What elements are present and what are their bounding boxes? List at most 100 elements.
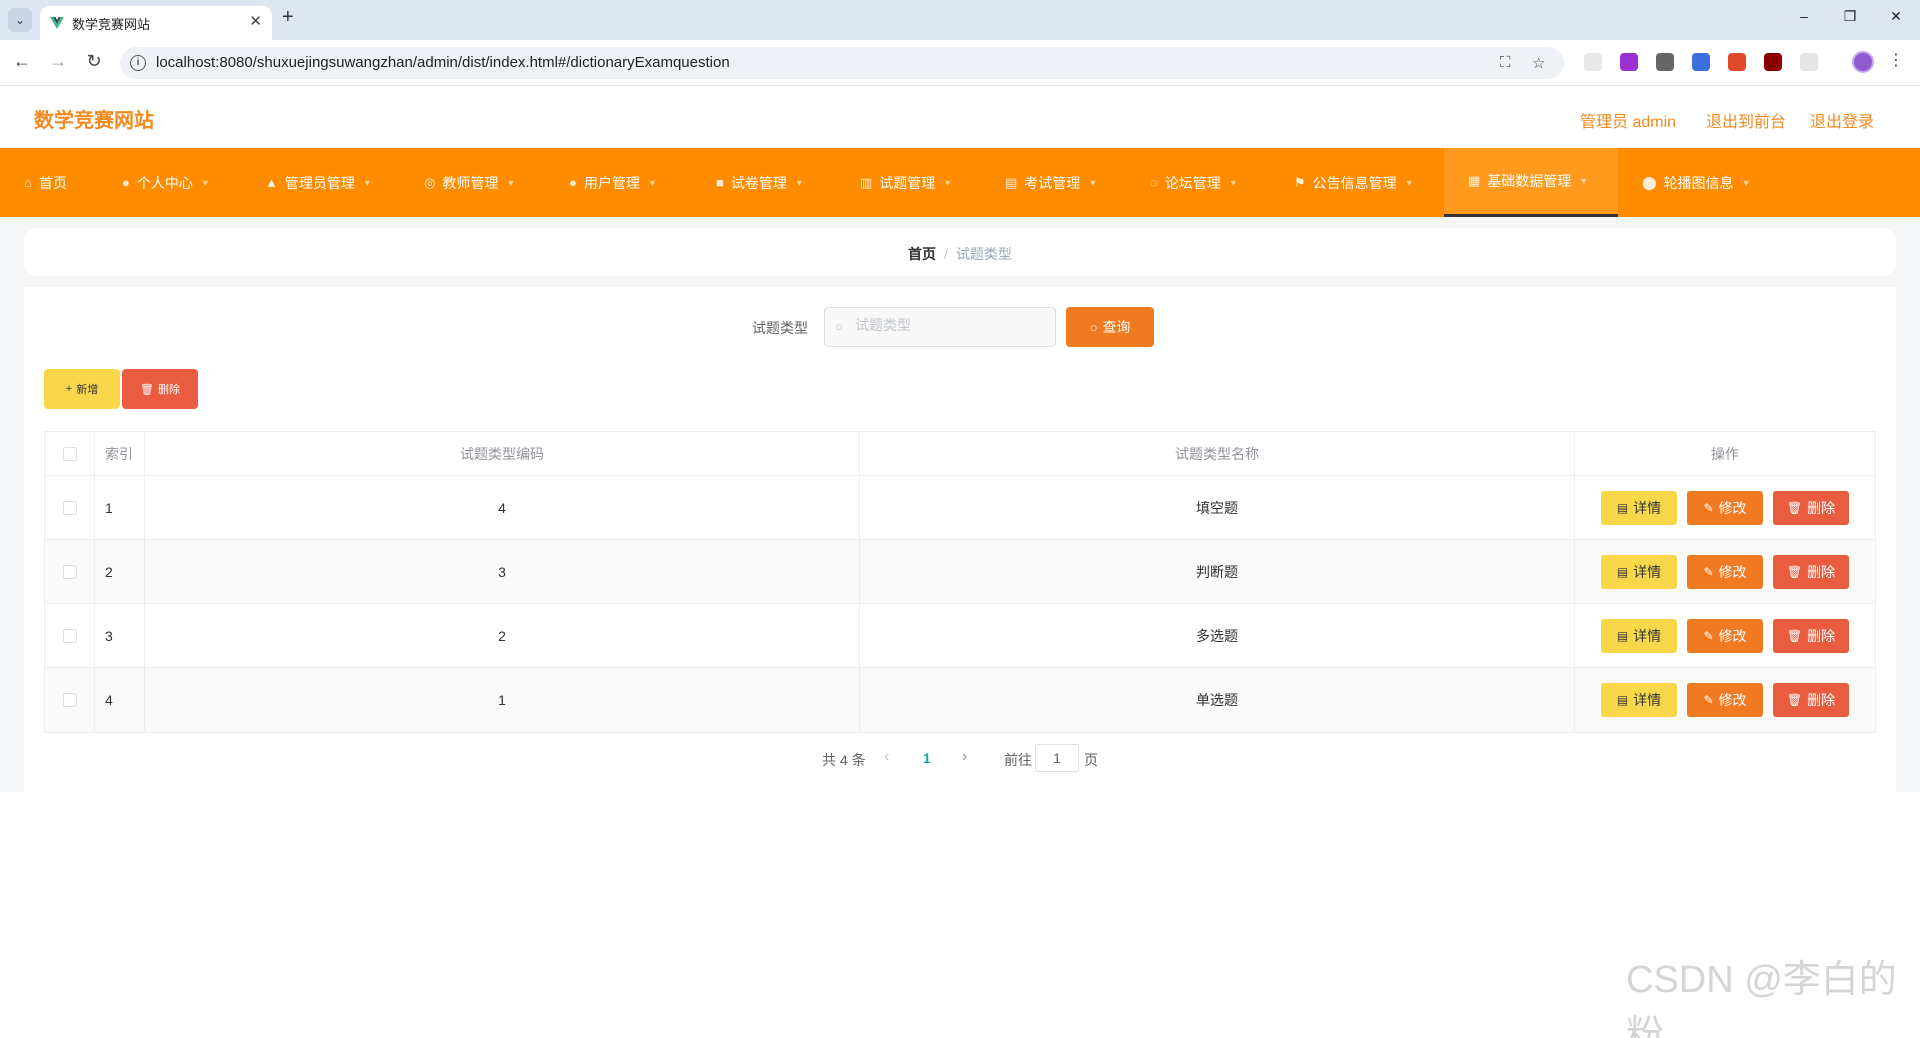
row-actions: ▤ 详情 ✎ 修改 🗑 删除 [1575, 668, 1875, 732]
ublock-icon[interactable] [1764, 53, 1782, 71]
window-close-icon[interactable]: ✕ [1884, 8, 1908, 25]
nav-item-user-manage[interactable]: ● 用户管理 ▼ [569, 148, 657, 217]
goto-page-input[interactable]: 1 [1035, 744, 1079, 772]
nav-item-label: 管理员管理 [284, 174, 355, 191]
document-icon: ▤ [1616, 564, 1629, 579]
header-code: 试题类型编码 [145, 432, 860, 475]
site-info-icon[interactable]: i [130, 55, 146, 71]
delete-button[interactable]: 🗑 删除 [1773, 490, 1849, 525]
browser-tabbar: ⌄ 数学竞赛网站 ✕ + – ❐ ✕ [0, 0, 1920, 40]
tab-list-button[interactable]: ⌄ [8, 8, 32, 32]
extension-purple-icon[interactable] [1620, 53, 1638, 71]
extension-grey-icon[interactable] [1656, 53, 1674, 71]
nav-item-label: 首页 [38, 174, 67, 191]
search-input[interactable] [855, 317, 1045, 333]
batch-delete-button[interactable]: 🗑 删除 [122, 369, 198, 409]
reload-icon[interactable]: ↻ [82, 51, 106, 72]
minimize-icon[interactable]: – [1792, 8, 1816, 24]
extensions-puzzle-icon[interactable] [1800, 53, 1818, 71]
translate-icon[interactable]: ⛶ [1500, 54, 1511, 71]
nav-item-basic-data-manage[interactable]: ▦ 基础数据管理 ▼ [1444, 148, 1618, 217]
breadcrumb-separator: / [944, 246, 948, 262]
chevron-down-icon: ▼ [1579, 176, 1589, 186]
nav-item-forum-manage[interactable]: ◌ 论坛管理 ▼ [1150, 148, 1238, 217]
row-select[interactable] [45, 668, 95, 732]
nav-item-admin-manage[interactable]: ▲ 管理员管理 ▼ [265, 148, 372, 217]
row-select[interactable] [45, 540, 95, 603]
add-button[interactable]: + 新增 [44, 369, 120, 409]
profile-avatar[interactable] [1852, 51, 1874, 73]
to-frontend-link[interactable]: 退出到前台 [1706, 108, 1786, 132]
breadcrumb: 首页 / 试题类型 [24, 244, 1896, 264]
data-icon: ▦ [1468, 173, 1481, 188]
edit-button[interactable]: ✎ 修改 [1687, 618, 1763, 653]
nav-item-personal-center[interactable]: ● 个人中心 ▼ [122, 148, 210, 217]
add-button-label: 新增 [76, 384, 99, 396]
next-page-icon[interactable]: › [962, 748, 967, 766]
edit-icon: ✎ [1703, 500, 1714, 515]
nav-item-paper-manage[interactable]: ■ 试卷管理 ▼ [716, 148, 804, 217]
restore-icon[interactable]: ❐ [1838, 8, 1862, 25]
search-field[interactable]: ○ [824, 307, 1056, 347]
document-icon: ▤ [1616, 500, 1629, 515]
document-icon: ▤ [1616, 628, 1629, 643]
delete-button[interactable]: 🗑 删除 [1773, 683, 1849, 717]
edit-button[interactable]: ✎ 修改 [1687, 554, 1763, 589]
nav-item-carousel-info[interactable]: ⬤ 轮播图信息 ▼ [1642, 148, 1750, 217]
forward-icon[interactable]: → [46, 51, 70, 72]
detail-button[interactable]: ▤ 详情 [1601, 554, 1677, 589]
pagination-total: 共 4 条 [822, 752, 866, 768]
breadcrumb-home[interactable]: 首页 [908, 246, 936, 262]
select-all-checkbox[interactable] [62, 446, 77, 461]
delete-label: 删除 [1807, 627, 1836, 644]
nav-item-notice-manage[interactable]: ⚑ 公告信息管理 ▼ [1294, 148, 1414, 217]
new-tab-button[interactable]: + [282, 6, 294, 29]
row-select[interactable] [45, 604, 95, 667]
tab-close-icon[interactable]: ✕ [249, 12, 262, 30]
nav-item-label: 公告信息管理 [1312, 174, 1397, 191]
query-button[interactable]: ○ 查询 [1066, 307, 1154, 347]
admin-user-label[interactable]: 管理员 admin [1580, 108, 1676, 132]
edit-button[interactable]: ✎ 修改 [1687, 490, 1763, 525]
row-checkbox[interactable] [62, 564, 77, 579]
bookmark-star-icon[interactable]: ☆ [1532, 54, 1545, 72]
chevron-down-icon: ▼ [200, 177, 210, 188]
browser-menu-icon[interactable]: ⋮ [1888, 50, 1904, 70]
address-bar[interactable]: i localhost:8080/shuxuejingsuwangzhan/ad… [120, 47, 1564, 79]
chevron-down-icon: ▼ [1741, 177, 1751, 188]
document-icon: ▤ [1616, 693, 1629, 707]
row-checkbox[interactable] [62, 628, 77, 643]
detail-button[interactable]: ▤ 详情 [1601, 683, 1677, 717]
row-index: 1 [95, 476, 145, 539]
extension-blue-icon[interactable] [1692, 53, 1710, 71]
search-label: 试题类型 [752, 320, 808, 336]
trash-icon: 🗑 [1786, 628, 1803, 643]
detail-button[interactable]: ▤ 详情 [1601, 490, 1677, 525]
delete-button[interactable]: 🗑 删除 [1773, 554, 1849, 589]
nav-item-question-manage[interactable]: ▥ 试题管理 ▼ [860, 148, 952, 217]
logout-link[interactable]: 退出登录 [1810, 108, 1874, 132]
location-icon: ⬤ [1642, 174, 1657, 190]
nav-item-exam-manage[interactable]: ▤ 考试管理 ▼ [1005, 148, 1097, 217]
header-index: 索引 [95, 432, 145, 475]
row-select[interactable] [45, 476, 95, 539]
prev-page-icon[interactable]: ‹ [884, 748, 889, 766]
detail-button[interactable]: ▤ 详情 [1601, 618, 1677, 653]
extension-red-icon[interactable] [1728, 53, 1746, 71]
page-number-current[interactable]: 1 [923, 750, 931, 766]
browser-tab[interactable]: 数学竞赛网站 ✕ [40, 6, 272, 40]
row-code: 2 [145, 604, 860, 667]
nav-item-teacher-manage[interactable]: ◎ 教师管理 ▼ [424, 148, 515, 217]
row-checkbox[interactable] [62, 693, 77, 707]
detail-label: 详情 [1633, 499, 1662, 516]
row-checkbox[interactable] [62, 500, 77, 515]
delete-button[interactable]: 🗑 删除 [1773, 618, 1849, 653]
edit-button[interactable]: ✎ 修改 [1687, 683, 1763, 717]
batch-delete-label: 删除 [157, 384, 180, 396]
nav-item-home[interactable]: ⌂ 首页 [24, 148, 67, 217]
header-actions: 操作 [1711, 445, 1739, 462]
back-icon[interactable]: ← [10, 51, 34, 72]
header-select-all[interactable] [45, 432, 95, 475]
plus-icon: + [65, 383, 73, 395]
extension-cursor-icon[interactable] [1584, 53, 1602, 71]
